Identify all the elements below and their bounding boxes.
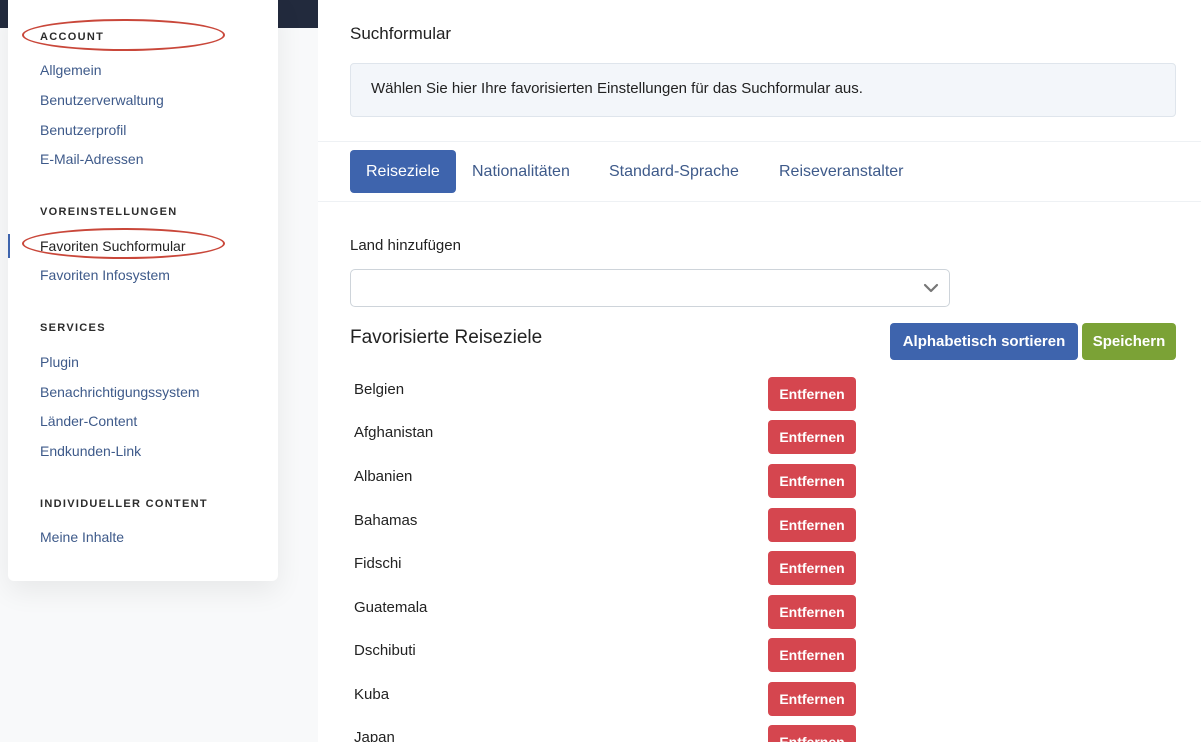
- sidebar-item-benachrichtigungssystem[interactable]: Benachrichtigungssystem: [40, 384, 200, 400]
- remove-button[interactable]: Entfernen: [768, 682, 856, 716]
- remove-button[interactable]: Entfernen: [768, 725, 856, 742]
- country-name: Belgien: [354, 381, 405, 398]
- list-item: Guatemala Entfernen: [354, 595, 874, 629]
- country-name: Bahamas: [354, 512, 418, 529]
- sidebar-item-endkunden-link[interactable]: Endkunden-Link: [40, 443, 141, 459]
- remove-button[interactable]: Entfernen: [768, 377, 856, 411]
- divider-tabs: [318, 201, 1201, 202]
- sidebar-item-email-adressen[interactable]: E-Mail-Adressen: [40, 151, 143, 167]
- sidebar-section-individueller-content: INDIVIDUELLER CONTENT: [40, 498, 208, 510]
- tab-reiseveranstalter[interactable]: Reiseveranstalter: [763, 150, 920, 193]
- list-item: Kuba Entfernen: [354, 682, 874, 716]
- remove-button[interactable]: Entfernen: [768, 508, 856, 542]
- country-name: Kuba: [354, 686, 390, 703]
- remove-button[interactable]: Entfernen: [768, 420, 856, 454]
- list-item: Bahamas Entfernen: [354, 508, 874, 542]
- list-item: Fidschi Entfernen: [354, 551, 874, 585]
- page-title: Suchformular: [350, 24, 452, 43]
- sidebar-item-favoriten-infosystem[interactable]: Favoriten Infosystem: [40, 267, 170, 283]
- sidebar-item-plugin[interactable]: Plugin: [40, 354, 79, 370]
- add-country-select[interactable]: [350, 269, 950, 307]
- favorites-title: Favorisierte Reiseziele: [350, 327, 543, 348]
- sidebar-active-indicator: [8, 234, 10, 258]
- country-name: Dschibuti: [354, 642, 416, 659]
- tab-nationalitaeten[interactable]: Nationalitäten: [456, 150, 586, 193]
- list-item: Albanien Entfernen: [354, 464, 874, 498]
- sidebar-nav: ACCOUNT Allgemein Benutzerverwaltung Ben…: [8, 0, 278, 581]
- country-name: Fidschi: [354, 555, 402, 572]
- save-button[interactable]: Speichern: [1082, 323, 1176, 360]
- tab-standard-sprache[interactable]: Standard-Sprache: [593, 150, 755, 193]
- sidebar-section-services: SERVICES: [40, 322, 106, 334]
- country-name: Afghanistan: [354, 424, 434, 441]
- remove-button[interactable]: Entfernen: [768, 595, 856, 629]
- sidebar-item-benutzerverwaltung[interactable]: Benutzerverwaltung: [40, 92, 164, 108]
- sidebar-item-favoriten-suchformular[interactable]: Favoriten Suchformular: [40, 238, 186, 254]
- sidebar-item-benutzerprofil[interactable]: Benutzerprofil: [40, 122, 126, 138]
- country-name: Albanien: [354, 468, 413, 485]
- list-item: Japan Entfernen: [354, 725, 874, 742]
- sidebar-item-laender-content[interactable]: Länder-Content: [40, 413, 137, 429]
- remove-button[interactable]: Entfernen: [768, 551, 856, 585]
- country-name: Japan: [354, 729, 395, 742]
- main-content: Suchformular Wählen Sie hier Ihre favori…: [318, 0, 1201, 742]
- sidebar-item-meine-inhalte[interactable]: Meine Inhalte: [40, 529, 124, 545]
- add-country-label: Land hinzufügen: [350, 237, 461, 254]
- chevron-down-icon[interactable]: [923, 280, 939, 296]
- sort-alphabetically-button[interactable]: Alphabetisch sortieren: [890, 323, 1078, 360]
- remove-button[interactable]: Entfernen: [768, 638, 856, 672]
- tab-reiseziele[interactable]: Reiseziele: [350, 150, 456, 193]
- divider-top: [318, 141, 1201, 142]
- sidebar-section-account: ACCOUNT: [40, 31, 105, 43]
- sidebar-item-allgemein[interactable]: Allgemein: [40, 62, 101, 78]
- info-box: Wählen Sie hier Ihre favorisierten Einst…: [350, 63, 1176, 117]
- list-item: Belgien Entfernen: [354, 377, 874, 411]
- remove-button[interactable]: Entfernen: [768, 464, 856, 498]
- list-item: Dschibuti Entfernen: [354, 638, 874, 672]
- list-item: Afghanistan Entfernen: [354, 420, 874, 454]
- country-name: Guatemala: [354, 599, 428, 616]
- sidebar-section-voreinstellungen: VOREINSTELLUNGEN: [40, 206, 178, 218]
